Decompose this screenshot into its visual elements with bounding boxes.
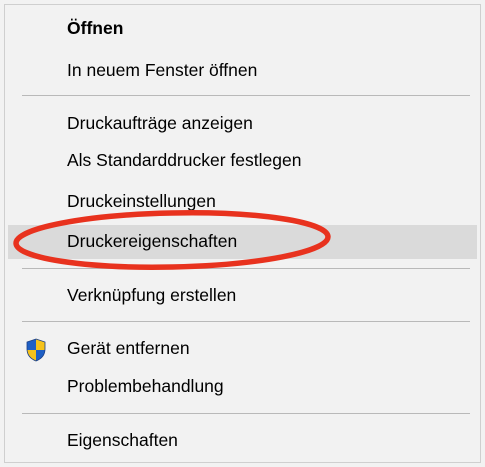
menu-item-remove-device[interactable]: Gerät entfernen — [8, 332, 477, 366]
menu-item-create-shortcut[interactable]: Verknüpfung erstellen — [8, 279, 477, 313]
menu-item-label: Druckeinstellungen — [67, 191, 216, 212]
menu-item-label: Öffnen — [67, 18, 124, 39]
menu-item-properties[interactable]: Eigenschaften — [8, 424, 477, 458]
menu-item-label: Als Standarddrucker festlegen — [67, 150, 302, 171]
menu-item-set-default-printer[interactable]: Als Standarddrucker festlegen — [8, 144, 477, 178]
uac-shield-icon — [26, 338, 46, 362]
menu-item-label: Problembehandlung — [67, 376, 224, 397]
menu-item-open[interactable]: Öffnen — [8, 12, 477, 46]
menu-item-label: Eigenschaften — [67, 430, 178, 451]
menu-item-printing-preferences[interactable]: Druckeinstellungen — [8, 185, 477, 219]
menu-item-label: Gerät entfernen — [67, 338, 190, 359]
menu-item-label: Druckereigenschaften — [67, 231, 238, 252]
menu-item-label: Verknüpfung erstellen — [67, 285, 237, 306]
menu-separator — [22, 95, 470, 96]
menu-item-label: Druckaufträge anzeigen — [67, 113, 253, 134]
menu-item-troubleshoot[interactable]: Problembehandlung — [8, 370, 477, 404]
menu-item-printer-properties[interactable]: Druckereigenschaften — [8, 225, 477, 259]
menu-item-label: In neuem Fenster öffnen — [67, 60, 258, 81]
menu-separator — [22, 321, 470, 322]
menu-separator — [22, 413, 470, 414]
menu-item-show-print-jobs[interactable]: Druckaufträge anzeigen — [8, 107, 477, 141]
menu-separator — [22, 268, 470, 269]
menu-item-open-new-window[interactable]: In neuem Fenster öffnen — [8, 54, 477, 88]
context-menu: Öffnen In neuem Fenster öffnen Druckauft… — [0, 0, 485, 467]
